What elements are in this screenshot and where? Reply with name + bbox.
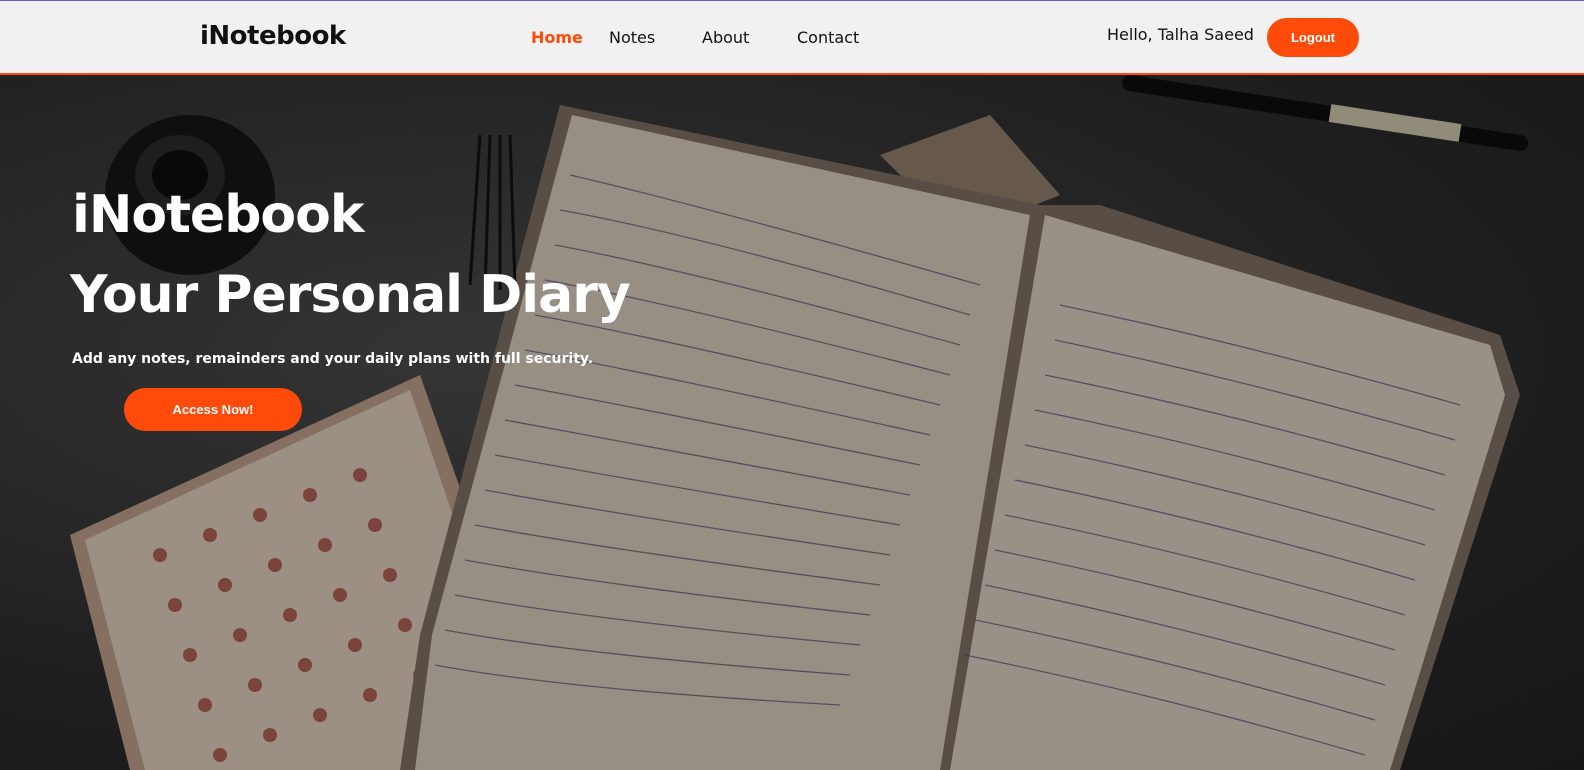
nav-link-contact[interactable]: Contact bbox=[797, 28, 859, 47]
hero-section: iNotebook Your Personal Diary Add any no… bbox=[0, 75, 1584, 770]
logout-button[interactable]: Logout bbox=[1267, 18, 1359, 57]
hero-description: Add any notes, remainders and your daily… bbox=[72, 351, 594, 367]
user-greeting: Hello, Talha Saeed bbox=[1107, 25, 1254, 44]
access-now-button[interactable]: Access Now! bbox=[124, 388, 302, 431]
hero-title: iNotebook bbox=[72, 185, 364, 245]
navbar: iNotebook Home Notes About Contact Hello… bbox=[0, 0, 1584, 75]
nav-link-about[interactable]: About bbox=[702, 28, 749, 47]
nav-link-home[interactable]: Home bbox=[531, 28, 583, 47]
brand-logo[interactable]: iNotebook bbox=[200, 21, 346, 51]
nav-link-notes[interactable]: Notes bbox=[609, 28, 655, 47]
hero-subtitle: Your Personal Diary bbox=[70, 265, 631, 325]
